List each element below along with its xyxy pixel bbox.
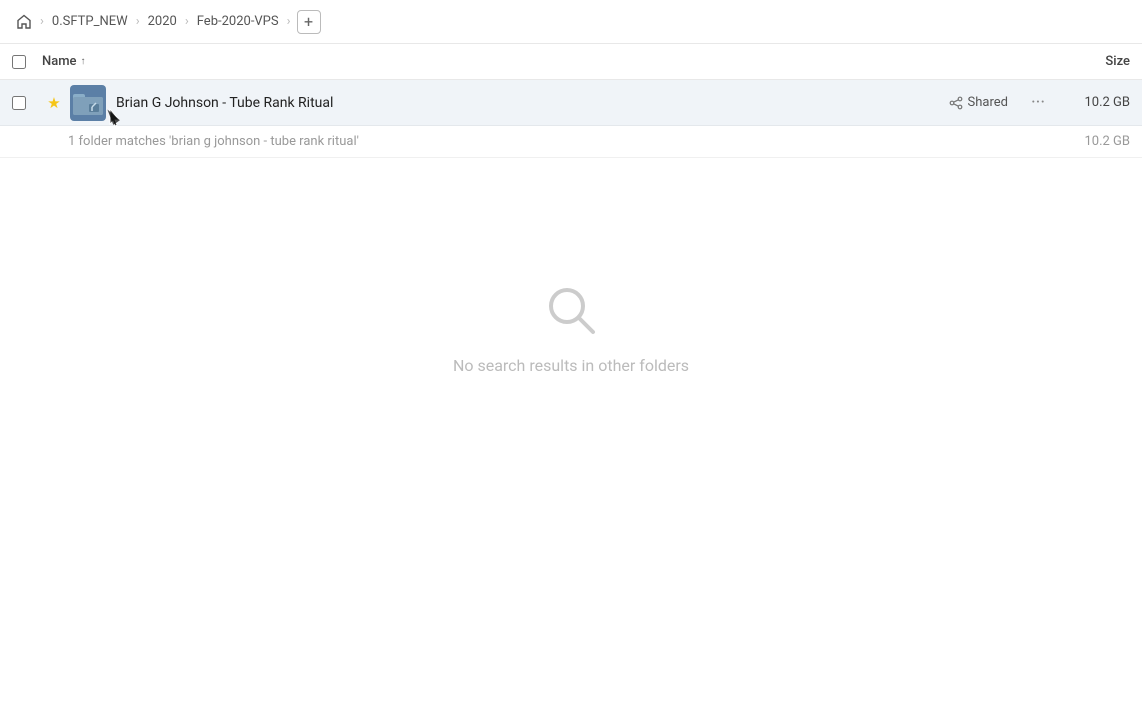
file-row[interactable]: ★ Brian G Johnson - Tube Rank Ritual Sha… [0,80,1142,126]
share-link-icon [949,96,963,110]
empty-state-message: No search results in other folders [453,356,689,375]
star-icon[interactable]: ★ [42,94,66,112]
folder-icon-container [70,85,106,121]
summary-text: 1 folder matches 'brian g johnson - tube… [68,134,359,149]
search-empty-svg [543,282,599,338]
breadcrumb-sep-3: › [185,14,189,29]
name-column-header[interactable]: Name ↑ [42,54,1030,69]
summary-size: 10.2 GB [1084,134,1130,149]
select-all-checkbox[interactable] [12,55,42,69]
home-button[interactable] [12,10,36,34]
summary-row: 1 folder matches 'brian g johnson - tube… [0,126,1142,158]
file-name: Brian G Johnson - Tube Rank Ritual [116,95,949,111]
breadcrumb-sep-4: › [287,14,291,29]
more-options-button[interactable]: ··· [1024,89,1052,117]
home-icon [16,14,32,30]
breadcrumb-bar: › 0.SFTP_NEW › 2020 › Feb-2020-VPS › + [0,0,1142,44]
breadcrumb-item-0sftp[interactable]: 0.SFTP_NEW [48,12,132,31]
empty-search-icon [539,278,603,342]
file-size: 10.2 GB [1060,95,1130,110]
breadcrumb-sep-1: › [40,14,44,29]
breadcrumb-sep-2: › [136,14,140,29]
row-checkbox-container[interactable] [12,96,42,110]
breadcrumb-item-feb2020vps[interactable]: Feb-2020-VPS [193,12,283,31]
column-header: Name ↑ Size [0,44,1142,80]
folder-icon-inner [70,85,106,121]
shared-badge: Shared [949,95,1008,110]
add-breadcrumb-button[interactable]: + [297,10,321,34]
folder-svg-icon [73,91,103,115]
breadcrumb-item-2020[interactable]: 2020 [144,12,181,31]
size-column-header: Size [1030,54,1130,69]
sort-arrow-icon: ↑ [81,56,86,67]
row-checkbox[interactable] [12,96,26,110]
empty-state: No search results in other folders [0,278,1142,375]
checkbox-all[interactable] [12,55,26,69]
